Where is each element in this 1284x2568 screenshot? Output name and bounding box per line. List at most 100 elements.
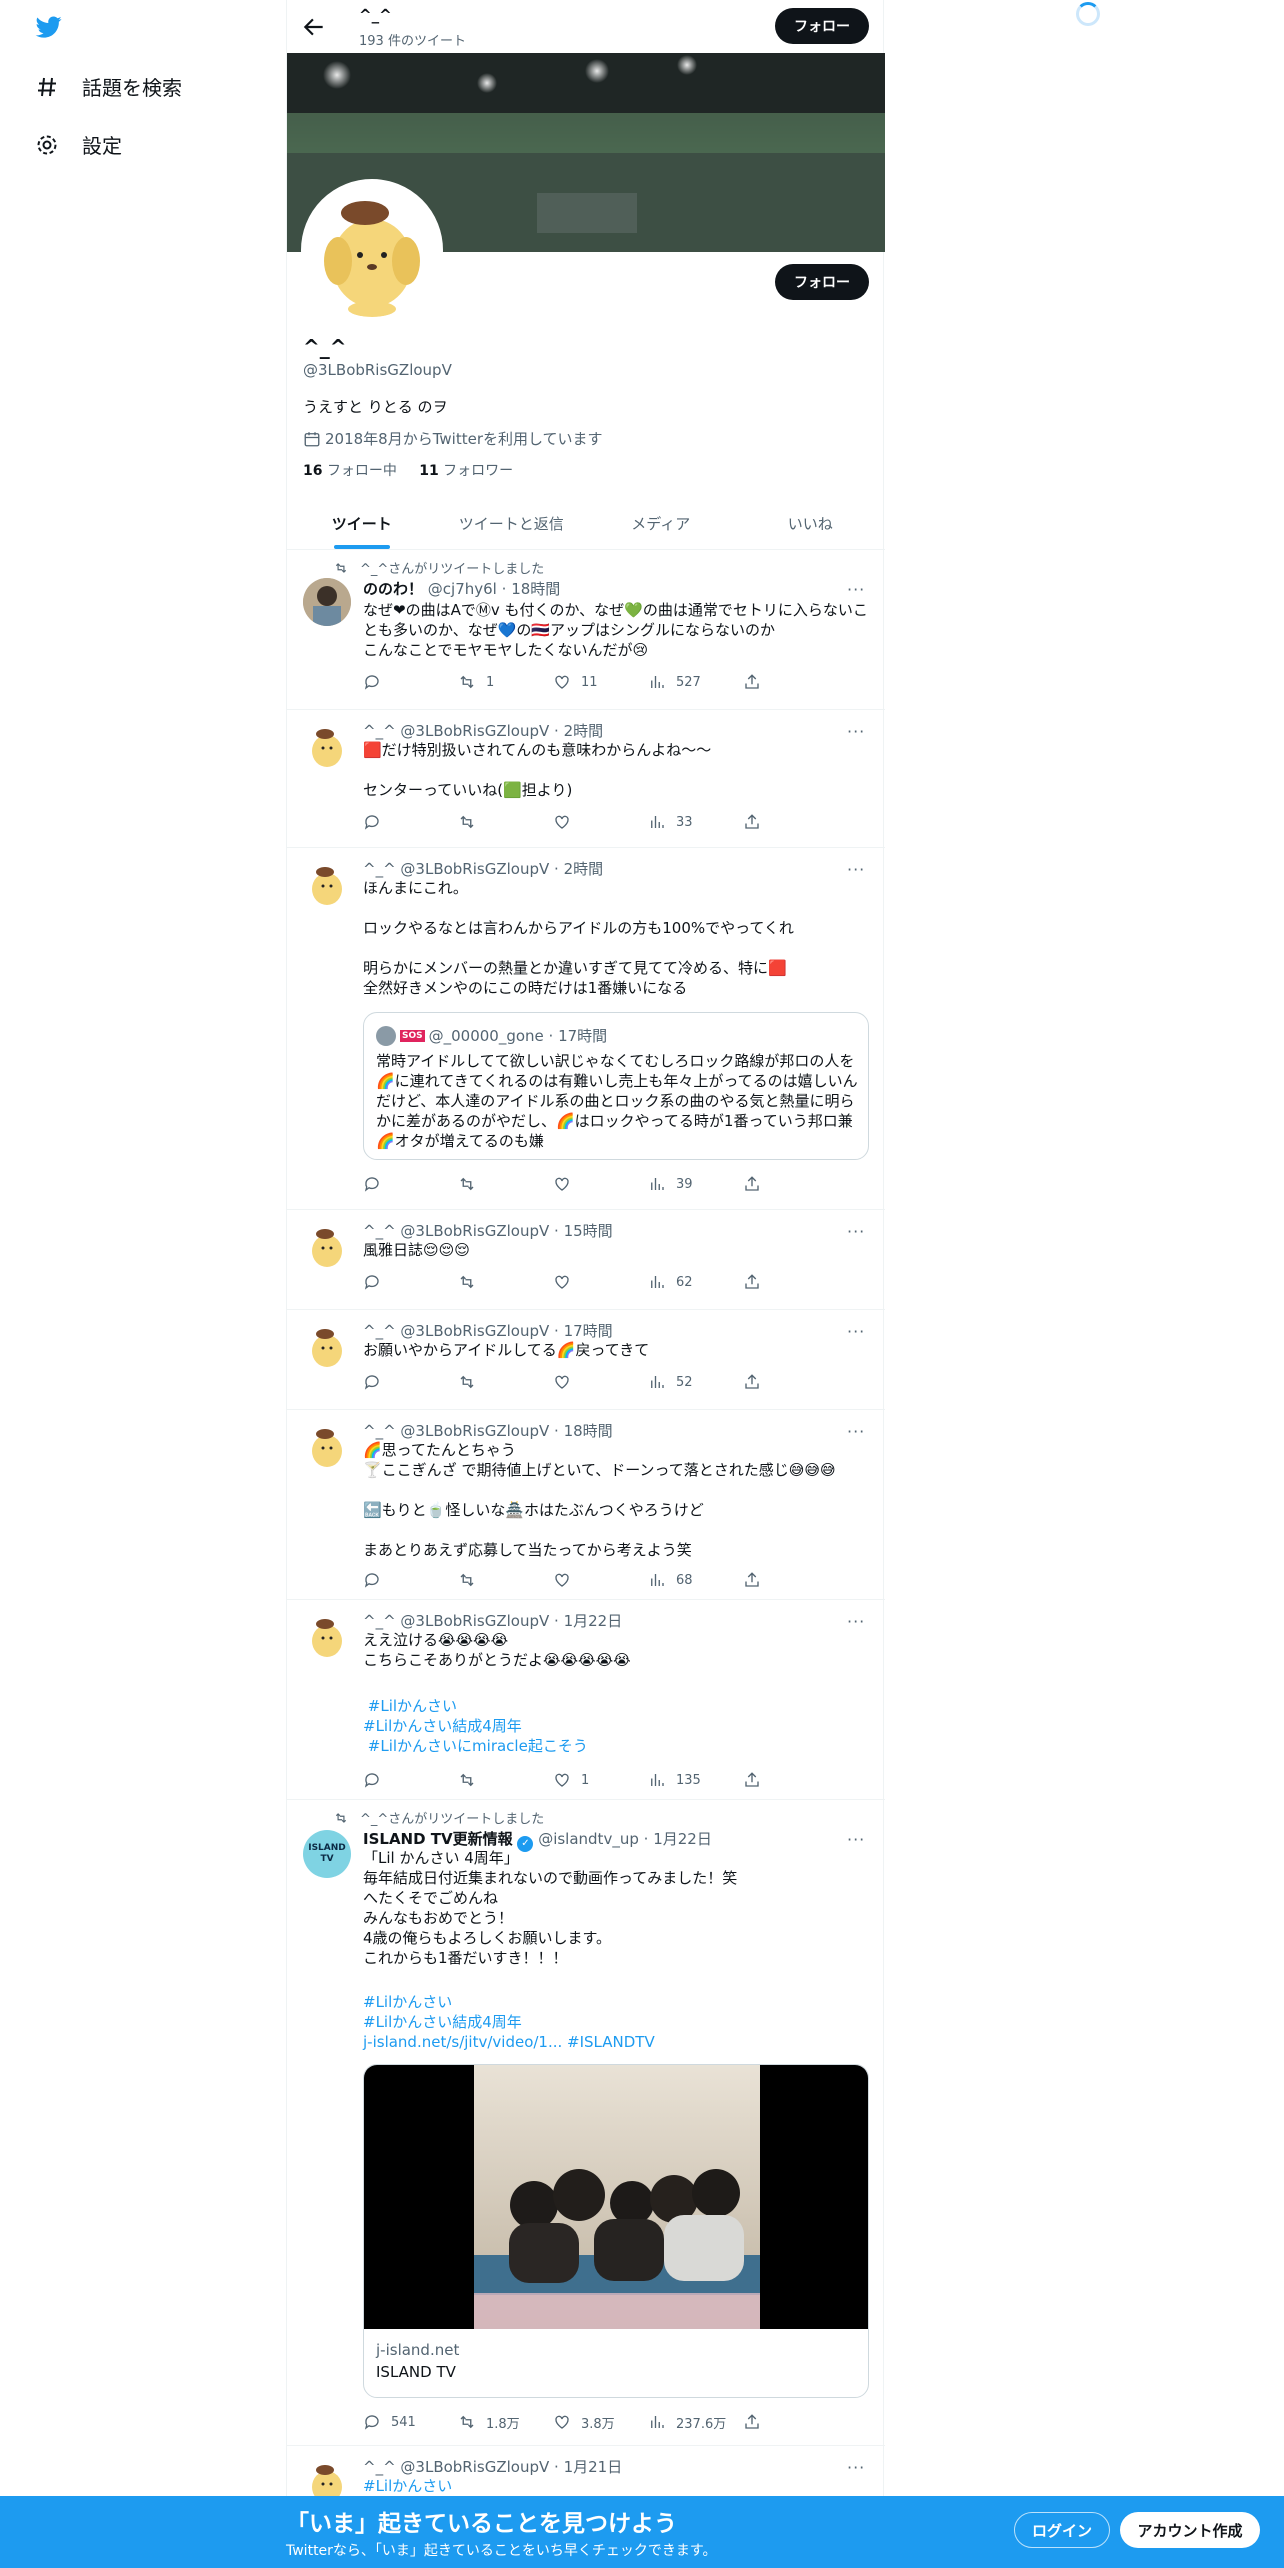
tweet-item[interactable]: ^_^さんがリツイートしました ののわ！ @cj7hy6l · 18時間 ···… (287, 550, 885, 710)
tweet-author-name[interactable]: ^_^ (363, 860, 396, 878)
tweet-avatar[interactable] (303, 1322, 351, 1370)
views-button[interactable]: 237.6万 (648, 2412, 743, 2432)
signup-button[interactable]: アカウント作成 (1120, 2512, 1260, 2548)
tweet-avatar[interactable] (303, 578, 351, 626)
views-button[interactable]: 527 (648, 672, 743, 692)
more-options-icon[interactable]: ··· (847, 1612, 867, 1632)
tweet-avatar[interactable] (303, 722, 351, 770)
nav-settings[interactable]: 設定 (34, 130, 122, 159)
tweet-author-name[interactable]: ののわ！ (363, 580, 423, 598)
views-button[interactable]: 33 (648, 812, 743, 832)
tweet-item[interactable]: ^_^ @3LBobRisGZloupV · 18時間 ··· 🌈思ってたんとち… (287, 1410, 885, 1600)
tweet-handle[interactable]: @3LBobRisGZloupV (400, 722, 549, 740)
retweet-button[interactable] (458, 1272, 553, 1292)
tweet-handle[interactable]: @cj7hy6l (428, 580, 497, 598)
video-card[interactable]: j-island.net ISLAND TV (363, 2064, 869, 2398)
tweet-author-name[interactable]: ^_^ (363, 1612, 396, 1630)
retweet-button[interactable] (458, 1372, 553, 1392)
views-button[interactable]: 62 (648, 1272, 743, 1292)
nav-explore[interactable]: 話題を検索 (34, 72, 182, 101)
tweet-item[interactable]: ^_^ @3LBobRisGZloupV · 2時間 ··· ほんまにこれ。 ロ… (287, 848, 885, 1210)
twitter-logo-icon[interactable] (34, 14, 64, 40)
login-button[interactable]: ログイン (1014, 2512, 1110, 2548)
share-button[interactable] (743, 1174, 773, 1194)
reply-button[interactable] (363, 1770, 458, 1790)
tweet-author-name[interactable]: ^_^ (363, 2458, 396, 2476)
followers-link[interactable]: 11 フォロワー (419, 463, 513, 479)
tweet-author-name[interactable]: ^_^ (363, 1222, 396, 1240)
reply-button[interactable] (363, 672, 458, 692)
tweet-item[interactable]: ^_^ @3LBobRisGZloupV · 1月22日 ··· ええ泣ける😭😭… (287, 1600, 885, 1800)
tweet-author-name[interactable]: ISLAND TV更新情報 (363, 1830, 513, 1848)
tweet-author-name[interactable]: ^_^ (363, 1422, 396, 1440)
more-options-icon[interactable]: ··· (847, 1422, 867, 1442)
profile-avatar[interactable] (301, 179, 443, 321)
following-link[interactable]: 16 フォロー中 (303, 463, 397, 479)
tweet-handle[interactable]: @3LBobRisGZloupV (400, 1222, 549, 1240)
hashtag-link[interactable]: #Lilかんさい結成4周年 (363, 1716, 869, 1736)
like-button[interactable] (553, 1570, 648, 1590)
tweet-time[interactable]: 1月21日 (564, 2458, 623, 2476)
tweet-time[interactable]: 15時間 (564, 1222, 613, 1240)
video-thumbnail[interactable] (364, 2065, 868, 2329)
retweet-button[interactable]: 1 (458, 672, 553, 692)
share-button[interactable] (743, 672, 773, 692)
like-button[interactable] (553, 1372, 648, 1392)
share-button[interactable] (743, 1372, 773, 1392)
share-button[interactable] (743, 1770, 773, 1790)
header-follow-button[interactable]: フォロー (775, 8, 869, 44)
quoted-tweet[interactable]: SOS @_00000_gone · 17時間 常時アイドルしてて欲しい訳じゃな… (363, 1012, 869, 1160)
tweet-author-name[interactable]: ^_^ (363, 1322, 396, 1340)
tweet-item[interactable]: ^_^さんがリツイートしました ISLAND TV ISLAND TV更新情報 … (287, 1800, 885, 2446)
share-button[interactable] (743, 1570, 773, 1590)
share-button[interactable] (743, 1272, 773, 1292)
retweet-button[interactable] (458, 1174, 553, 1194)
reply-button[interactable]: 541 (363, 2412, 458, 2432)
more-options-icon[interactable]: ··· (847, 722, 867, 742)
views-button[interactable]: 52 (648, 1372, 743, 1392)
hashtag-link[interactable]: #Lilかんさい (363, 2476, 869, 2496)
tweet-handle[interactable]: @islandtv_up (538, 1830, 639, 1848)
like-button[interactable] (553, 1174, 648, 1194)
tweet-handle[interactable]: @3LBobRisGZloupV (400, 860, 549, 878)
tweet-link[interactable]: j-island.net/s/jitv/video/1... #ISLANDTV (363, 2032, 869, 2052)
hashtag-link[interactable]: #Lilかんさい結成4周年 (363, 2012, 869, 2032)
more-options-icon[interactable]: ··· (847, 1322, 867, 1342)
hashtag-link[interactable]: #Lilかんさいにmiracle起こそう (363, 1736, 869, 1756)
tweet-avatar[interactable]: ISLAND TV (303, 1830, 351, 1878)
views-button[interactable]: 68 (648, 1570, 743, 1590)
tweet-item[interactable]: ^_^ @3LBobRisGZloupV · 2時間 ··· 🟥だけ特別扱いされ… (287, 710, 885, 848)
back-arrow-icon[interactable] (301, 14, 327, 40)
like-button[interactable] (553, 812, 648, 832)
tweet-avatar[interactable] (303, 1222, 351, 1270)
tweet-handle[interactable]: @3LBobRisGZloupV (400, 2458, 549, 2476)
reply-button[interactable] (363, 1174, 458, 1194)
more-options-icon[interactable]: ··· (847, 580, 867, 600)
more-options-icon[interactable]: ··· (847, 2458, 867, 2478)
like-button[interactable]: 3.8万 (553, 2412, 648, 2432)
tab-likes[interactable]: いいね (736, 497, 886, 549)
more-options-icon[interactable]: ··· (847, 1222, 867, 1242)
tab-tweets-replies[interactable]: ツイートと返信 (437, 497, 587, 549)
tab-tweets[interactable]: ツイート (287, 497, 437, 549)
tweet-avatar[interactable] (303, 1422, 351, 1470)
share-button[interactable] (743, 812, 773, 832)
like-button[interactable] (553, 1272, 648, 1292)
tweet-time[interactable]: 1月22日 (564, 1612, 623, 1630)
hashtag-link[interactable]: #Lilかんさい (363, 1696, 869, 1716)
reply-button[interactable] (363, 1272, 458, 1292)
tweet-handle[interactable]: @3LBobRisGZloupV (400, 1612, 549, 1630)
retweet-button[interactable] (458, 1770, 553, 1790)
share-button[interactable] (743, 2412, 773, 2432)
views-button[interactable]: 39 (648, 1174, 743, 1194)
tweet-time[interactable]: 1月22日 (653, 1830, 712, 1848)
tweet-author-name[interactable]: ^_^ (363, 722, 396, 740)
reply-button[interactable] (363, 812, 458, 832)
more-options-icon[interactable]: ··· (847, 860, 867, 880)
profile-follow-button[interactable]: フォロー (775, 264, 869, 300)
views-button[interactable]: 135 (648, 1770, 743, 1790)
tweet-handle[interactable]: @3LBobRisGZloupV (400, 1322, 549, 1340)
tweet-avatar[interactable] (303, 860, 351, 908)
reply-button[interactable] (363, 1372, 458, 1392)
tweet-item[interactable]: ^_^ @3LBobRisGZloupV · 17時間 ··· お願いやからアイ… (287, 1310, 885, 1410)
